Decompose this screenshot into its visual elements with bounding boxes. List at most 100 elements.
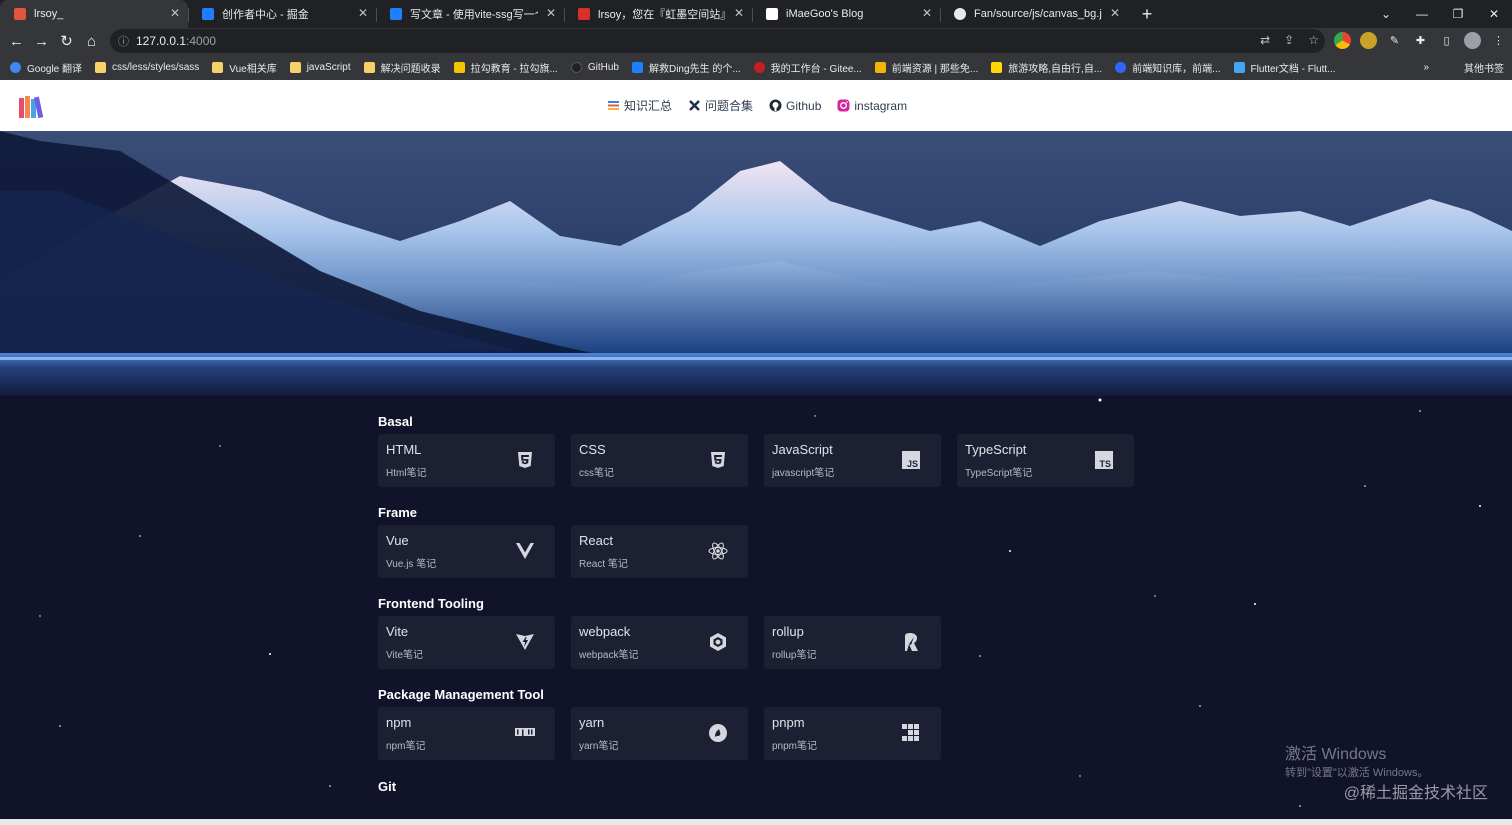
pnpm-icon xyxy=(901,723,921,743)
note-card-react[interactable]: React React 笔记 xyxy=(571,525,748,578)
lagou-icon xyxy=(453,61,465,73)
bookmark-item[interactable]: Google 翻译 xyxy=(10,60,82,75)
tab-favicon-icon xyxy=(390,8,402,20)
browser-tab[interactable]: iMaeGoo's Blog ✕ xyxy=(752,0,940,28)
browser-tab[interactable]: lrsoy_ ✕ xyxy=(0,0,188,28)
share-icon[interactable]: ⇪ xyxy=(1284,33,1294,47)
note-card-css[interactable]: CSS css笔记 xyxy=(571,434,748,487)
bookmark-label: 解救Ding先生 的个... xyxy=(648,63,741,75)
note-card-html[interactable]: HTML Html笔记 xyxy=(378,434,555,487)
npm-icon xyxy=(515,723,535,743)
new-tab-button[interactable]: + xyxy=(1132,0,1162,28)
translate-icon[interactable]: ⇄ xyxy=(1260,33,1270,47)
browser-tab[interactable]: Fan/source/js/canvas_bg.js at ✕ xyxy=(940,0,1128,28)
tab-close-icon[interactable]: ✕ xyxy=(358,6,368,20)
ts-icon: TS xyxy=(1094,450,1114,470)
note-card-pnpm[interactable]: pnpm pnpm笔记 xyxy=(764,707,941,760)
nav-issues[interactable]: 问题合集 xyxy=(688,97,753,114)
bookmark-folder[interactable]: 解决问题收录 xyxy=(363,60,441,75)
google-translate-icon xyxy=(10,61,21,73)
note-card-javascript[interactable]: JavaScript javascript笔记 JS xyxy=(764,434,941,487)
puzzle-icon[interactable]: ✚ xyxy=(1412,32,1429,49)
browser-tab-bar: lrsoy_ ✕ 创作者中心 - 掘金 ✕ 写文章 - 使用vite-ssg写一个存… xyxy=(0,0,1512,28)
pen-extension-icon[interactable]: ✎ xyxy=(1386,32,1403,49)
bookmarks-right: » 其他书签 xyxy=(1423,54,1504,80)
bookmark-item[interactable]: Flutter文档 - Flutt... xyxy=(1233,60,1336,75)
bookmark-folder[interactable]: css/less/styles/sass xyxy=(95,61,199,73)
section-title: Package Management Tool xyxy=(378,687,544,702)
nav-label: instagram xyxy=(854,98,908,113)
restore-icon[interactable]: ❐ xyxy=(1440,0,1476,28)
address-bar[interactable]: ⓘ 127.0.0.1:4000 ⇄ ⇪ ☆ xyxy=(110,29,1325,53)
tab-title: lrsoy，您在『虹墨空间站』上的 xyxy=(598,9,726,21)
folder-icon xyxy=(95,61,107,73)
address-actions: ⇄ ⇪ ☆ xyxy=(1260,33,1319,47)
nav-github[interactable]: Github xyxy=(769,99,821,113)
folder-icon xyxy=(1447,62,1458,73)
menu-icon[interactable]: ⋮ xyxy=(1490,32,1507,49)
bookmark-star-icon[interactable]: ☆ xyxy=(1308,33,1319,47)
bookmark-label: 前端资源 | 那些免... xyxy=(891,63,979,75)
bookmark-item[interactable]: 前端资源 | 那些免... xyxy=(874,60,979,75)
vue-icon xyxy=(515,541,535,561)
bookmark-label: GitHub xyxy=(587,61,619,73)
note-card-npm[interactable]: npm npm笔记 xyxy=(378,707,555,760)
tab-close-icon[interactable]: ✕ xyxy=(546,6,556,20)
note-card-vite[interactable]: Vite Vite笔记 xyxy=(378,616,555,669)
chrome-extension-icon[interactable] xyxy=(1334,32,1351,49)
tab-search-icon[interactable]: ⌄ xyxy=(1368,0,1404,28)
minimize-icon[interactable]: — xyxy=(1404,0,1440,28)
close-window-icon[interactable]: ✕ xyxy=(1476,0,1512,28)
tab-favicon-icon xyxy=(202,8,214,20)
tab-close-icon[interactable]: ✕ xyxy=(1110,6,1120,20)
section-title: Frame xyxy=(378,505,418,520)
extension-icon[interactable] xyxy=(1360,32,1377,49)
bookmark-item[interactable]: GitHub xyxy=(570,61,619,73)
url-port: :4000 xyxy=(186,34,217,48)
bookmark-folder[interactable]: Vue相关库 xyxy=(212,60,277,75)
site-logo-icon[interactable] xyxy=(18,95,44,119)
rollup-icon xyxy=(901,632,921,652)
site-info-icon[interactable]: ⓘ xyxy=(118,33,136,49)
other-bookmarks-button[interactable]: 其他书签 xyxy=(1464,60,1504,75)
nav-label: 知识汇总 xyxy=(624,99,673,113)
bookmark-item[interactable]: 我的工作台 - Gitee... xyxy=(753,60,862,75)
tab-close-icon[interactable]: ✕ xyxy=(922,6,932,20)
tab-favicon-icon xyxy=(766,8,778,20)
folder-icon xyxy=(289,61,301,73)
note-card-rollup[interactable]: rollup rollup笔记 xyxy=(764,616,941,669)
side-panel-icon[interactable]: ▯ xyxy=(1438,32,1455,49)
svg-text:JS: JS xyxy=(907,459,918,469)
bookmark-label: Vue相关库 xyxy=(229,63,277,75)
note-card-vue[interactable]: Vue Vue.js 笔记 xyxy=(378,525,555,578)
cross-tools-icon xyxy=(688,99,701,112)
back-icon[interactable]: ← xyxy=(4,28,29,54)
tab-title: lrsoy_ xyxy=(34,8,64,20)
note-card-yarn[interactable]: yarn yarn笔记 xyxy=(571,707,748,760)
bookmark-item[interactable]: 旅游攻略,自由行,自... xyxy=(991,60,1102,75)
bookmarks-more-button[interactable]: » xyxy=(1423,62,1429,73)
forward-icon[interactable]: → xyxy=(29,28,54,54)
bookmark-folder[interactable]: javaScript xyxy=(289,61,351,73)
bookmark-item[interactable]: 拉勾教育 - 拉勾旗... xyxy=(453,60,558,75)
note-card-typescript[interactable]: TypeScript TypeScript笔记 TS xyxy=(957,434,1134,487)
resource-icon xyxy=(874,61,886,73)
bookmark-item[interactable]: 解救Ding先生 的个... xyxy=(631,60,741,75)
browser-tab[interactable]: 写文章 - 使用vite-ssg写一个存放 ✕ xyxy=(376,0,564,28)
browser-toolbar: ← → ↻ ⌂ ⓘ 127.0.0.1:4000 ⇄ ⇪ ☆ ✎ ✚ ▯ ⋮ xyxy=(0,28,1512,54)
bookmark-label: 我的工作台 - Gitee... xyxy=(770,63,862,75)
note-card-webpack[interactable]: webpack webpack笔记 xyxy=(571,616,748,669)
browser-tab[interactable]: 创作者中心 - 掘金 ✕ xyxy=(188,0,376,28)
bookmark-item[interactable]: 前端知识库，前端... xyxy=(1115,60,1221,75)
home-icon[interactable]: ⌂ xyxy=(79,28,104,54)
site-header: 知识汇总 问题合集 Github instagram xyxy=(0,80,1512,131)
tab-close-icon[interactable]: ✕ xyxy=(170,6,180,20)
profile-avatar[interactable] xyxy=(1464,32,1481,49)
folder-icon xyxy=(212,61,224,73)
tab-close-icon[interactable]: ✕ xyxy=(734,6,744,20)
reload-icon[interactable]: ↻ xyxy=(54,28,79,54)
section-title: Git xyxy=(378,779,397,794)
browser-tab[interactable]: lrsoy，您在『虹墨空间站』上的 ✕ xyxy=(564,0,752,28)
nav-knowledge[interactable]: 知识汇总 xyxy=(607,97,672,114)
nav-instagram[interactable]: instagram xyxy=(837,99,907,113)
